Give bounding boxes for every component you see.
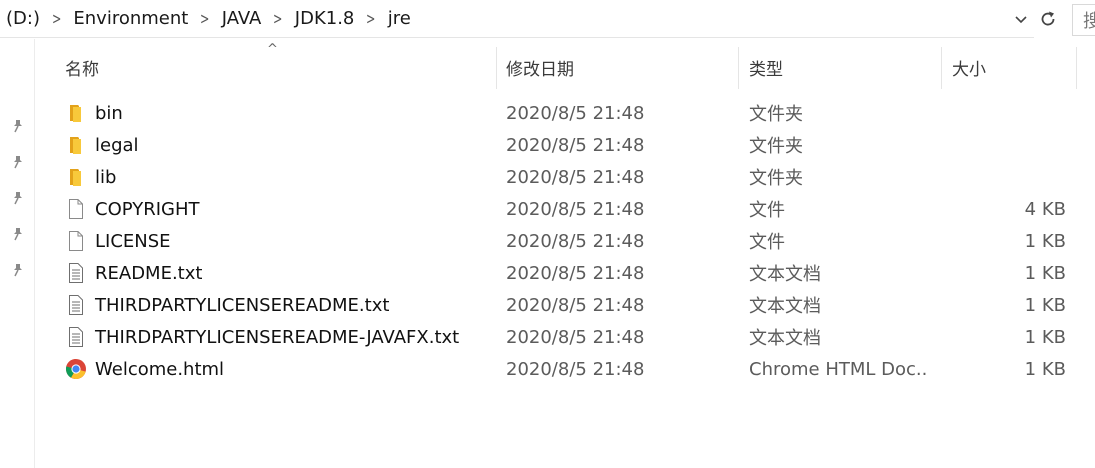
file-size bbox=[941, 97, 1066, 129]
breadcrumb-java[interactable]: JAVA bbox=[218, 8, 266, 29]
folder-icon bbox=[70, 137, 81, 154]
address-bar[interactable]: (D:) > Environment > JAVA > JDK1.8 > jre bbox=[0, 0, 1034, 38]
file-name: README.txt bbox=[95, 262, 203, 284]
address-history-dropdown[interactable] bbox=[1010, 8, 1032, 32]
breadcrumb-drive[interactable]: (D:) bbox=[2, 8, 44, 29]
file-date: 2020/8/5 21:48 bbox=[506, 230, 645, 252]
column-header-date-label: 修改日期 bbox=[506, 60, 574, 80]
file-name: COPYRIGHT bbox=[95, 198, 200, 220]
file-type: 文本文档 bbox=[749, 264, 821, 285]
file-name: bin bbox=[95, 102, 123, 124]
column-header-size-label: 大小 bbox=[952, 60, 986, 80]
file-row-welcome[interactable]: Welcome.html 2020/8/5 21:48 Chrome HTML … bbox=[35, 353, 1078, 385]
refresh-button[interactable] bbox=[1035, 4, 1061, 34]
file-date: 2020/8/5 21:48 bbox=[506, 358, 645, 380]
chrome-icon bbox=[65, 359, 86, 380]
column-header-type-label: 类型 bbox=[749, 60, 783, 80]
file-type: 文本文档 bbox=[749, 328, 821, 349]
file-date: 2020/8/5 21:48 bbox=[506, 102, 645, 124]
file-date: 2020/8/5 21:48 bbox=[506, 326, 645, 348]
file-size: 4 KB bbox=[1024, 198, 1066, 220]
sort-ascending-icon: ^ bbox=[267, 42, 278, 57]
file-name: legal bbox=[95, 134, 139, 156]
column-divider[interactable] bbox=[496, 47, 497, 89]
file-name: THIRDPARTYLICENSEREADME-JAVAFX.txt bbox=[95, 326, 460, 348]
column-header-type[interactable]: 类型 bbox=[741, 45, 941, 90]
file-row-copyright[interactable]: COPYRIGHT 2020/8/5 21:48 文件 4 KB bbox=[35, 193, 1078, 225]
folder-icon bbox=[70, 169, 81, 186]
search-input[interactable]: 搜 bbox=[1072, 4, 1095, 36]
breadcrumb-jre[interactable]: jre bbox=[384, 8, 415, 29]
text-file-icon bbox=[69, 295, 83, 315]
file-name: THIRDPARTYLICENSEREADME.txt bbox=[95, 294, 390, 316]
file-row-thirdparty-readme[interactable]: THIRDPARTYLICENSEREADME.txt 2020/8/5 21:… bbox=[35, 289, 1078, 321]
refresh-icon bbox=[1041, 11, 1055, 26]
breadcrumb: (D:) > Environment > JAVA > JDK1.8 > jre bbox=[0, 0, 415, 37]
chevron-right-icon[interactable]: > bbox=[362, 9, 380, 28]
file-type: 文件 bbox=[749, 232, 785, 253]
file-date: 2020/8/5 21:48 bbox=[506, 166, 645, 188]
column-header-size[interactable]: 大小 bbox=[944, 45, 1076, 90]
pin-icon[interactable] bbox=[10, 154, 26, 170]
file-type: 文件夹 bbox=[749, 168, 803, 189]
blank-file-icon bbox=[69, 231, 83, 251]
file-list: bin 2020/8/5 21:48 文件夹 legal 2020/8/5 21… bbox=[35, 97, 1078, 385]
file-row-lib[interactable]: lib 2020/8/5 21:48 文件夹 bbox=[35, 161, 1078, 193]
file-name: lib bbox=[95, 166, 117, 188]
file-row-bin[interactable]: bin 2020/8/5 21:48 文件夹 bbox=[35, 97, 1078, 129]
file-type: Chrome HTML Doc... bbox=[749, 358, 929, 380]
file-type: 文件夹 bbox=[749, 104, 803, 125]
file-size: 1 KB bbox=[1024, 294, 1066, 316]
text-file-icon bbox=[69, 263, 83, 283]
file-row-readme[interactable]: README.txt 2020/8/5 21:48 文本文档 1 KB bbox=[35, 257, 1078, 289]
file-size: 1 KB bbox=[1024, 262, 1066, 284]
breadcrumb-environment[interactable]: Environment bbox=[69, 8, 192, 29]
column-header-date[interactable]: 修改日期 bbox=[498, 45, 738, 90]
file-date: 2020/8/5 21:48 bbox=[506, 262, 645, 284]
pin-icon[interactable] bbox=[10, 226, 26, 242]
column-divider[interactable] bbox=[941, 47, 942, 89]
column-header-name-label: 名称 bbox=[65, 60, 99, 80]
file-size: 1 KB bbox=[1024, 326, 1066, 348]
file-type: 文本文档 bbox=[749, 296, 821, 317]
file-row-thirdparty-javafx[interactable]: THIRDPARTYLICENSEREADME-JAVAFX.txt 2020/… bbox=[35, 321, 1078, 353]
search-placeholder: 搜 bbox=[1083, 7, 1095, 33]
pin-icon[interactable] bbox=[10, 262, 26, 278]
pin-icon[interactable] bbox=[10, 190, 26, 206]
column-headers: 名称 ^ 修改日期 类型 大小 bbox=[35, 42, 1078, 90]
file-row-legal[interactable]: legal 2020/8/5 21:48 文件夹 bbox=[35, 129, 1078, 161]
file-size bbox=[941, 129, 1066, 161]
file-date: 2020/8/5 21:48 bbox=[506, 134, 645, 156]
pin-icon[interactable] bbox=[10, 118, 26, 134]
blank-file-icon bbox=[69, 199, 83, 219]
file-type: 文件 bbox=[749, 200, 785, 221]
column-divider[interactable] bbox=[738, 47, 739, 89]
file-date: 2020/8/5 21:48 bbox=[506, 198, 645, 220]
file-type: 文件夹 bbox=[749, 136, 803, 157]
file-date: 2020/8/5 21:48 bbox=[506, 294, 645, 316]
file-name: LICENSE bbox=[95, 230, 171, 252]
chevron-right-icon[interactable]: > bbox=[48, 9, 66, 28]
navigation-pane[interactable] bbox=[0, 39, 35, 468]
file-size: 1 KB bbox=[1024, 230, 1066, 252]
text-file-icon bbox=[69, 327, 83, 347]
breadcrumb-jdk[interactable]: JDK1.8 bbox=[291, 8, 359, 29]
column-divider[interactable] bbox=[1076, 47, 1077, 89]
file-name: Welcome.html bbox=[95, 358, 225, 380]
file-size bbox=[941, 161, 1066, 193]
chevron-right-icon[interactable]: > bbox=[269, 9, 287, 28]
chevron-right-icon[interactable]: > bbox=[196, 9, 214, 28]
chevron-down-icon bbox=[1015, 16, 1027, 24]
file-size: 1 KB bbox=[1024, 358, 1066, 380]
file-row-license[interactable]: LICENSE 2020/8/5 21:48 文件 1 KB bbox=[35, 225, 1078, 257]
folder-icon bbox=[70, 105, 81, 122]
